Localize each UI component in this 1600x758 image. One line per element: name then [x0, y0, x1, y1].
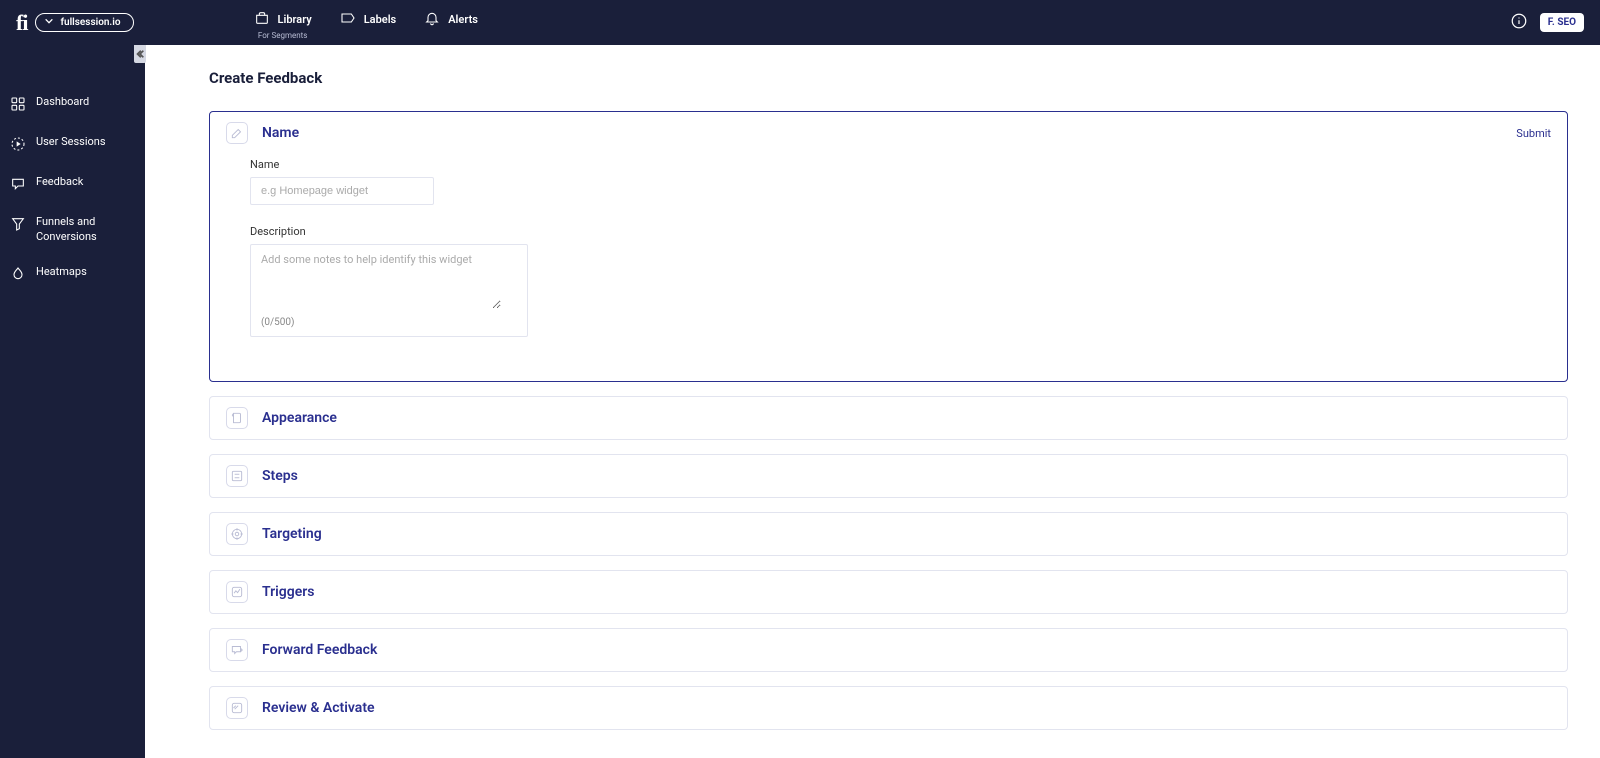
section-triggers-title: Triggers — [262, 584, 315, 600]
section-review-header[interactable]: Review & Activate — [210, 687, 1567, 729]
description-box: (0/500) — [250, 244, 528, 337]
check-circle-icon — [226, 697, 248, 719]
topnav-library[interactable]: Library For Segments — [254, 6, 312, 40]
chevron-down-icon — [44, 16, 54, 29]
heatmap-icon — [10, 265, 26, 285]
bell-icon — [424, 10, 440, 30]
section-targeting: Targeting — [209, 512, 1568, 556]
activity-icon — [226, 581, 248, 603]
sidebar-item-label: Feedback — [36, 175, 83, 190]
section-steps-header[interactable]: Steps — [210, 455, 1567, 497]
sidebar-collapse-handle[interactable] — [134, 45, 146, 63]
topnav-alerts[interactable]: Alerts — [424, 6, 478, 30]
sidebar-item-label: Funnels and Conversions — [36, 215, 135, 245]
section-appearance-title: Appearance — [262, 410, 337, 426]
section-name: Name Submit Name Description (0/500) — [209, 111, 1568, 382]
section-review-title: Review & Activate — [262, 700, 375, 716]
sidebar-item-label: User Sessions — [36, 135, 106, 150]
section-triggers: Triggers — [209, 570, 1568, 614]
forward-icon — [226, 639, 248, 661]
topnav-library-label: Library — [278, 13, 312, 26]
section-name-body: Name Description (0/500) — [210, 154, 1567, 381]
sidebar-item-heatmaps[interactable]: Heatmaps — [0, 255, 145, 295]
sidebar-item-user-sessions[interactable]: User Sessions — [0, 125, 145, 165]
section-targeting-header[interactable]: Targeting — [210, 513, 1567, 555]
description-field-label: Description — [250, 225, 1527, 238]
target-icon — [226, 523, 248, 545]
name-input[interactable] — [250, 177, 434, 205]
sidebar-item-dashboard[interactable]: Dashboard — [0, 85, 145, 125]
topbar-right: F. SEO — [1510, 12, 1584, 34]
edit-icon — [226, 122, 248, 144]
main-content: Create Feedback Name Submit Name Descrip… — [145, 45, 1600, 758]
sidebar-item-funnels[interactable]: Funnels and Conversions — [0, 205, 145, 255]
topnav-library-sublabel: For Segments — [258, 31, 308, 40]
name-field-label: Name — [250, 158, 1527, 171]
sidebar-item-label: Heatmaps — [36, 265, 87, 280]
section-appearance-header[interactable]: Appearance — [210, 397, 1567, 439]
library-icon — [254, 10, 270, 30]
topnav: Library For Segments Labels Alerts — [254, 6, 478, 40]
steps-icon — [226, 465, 248, 487]
logo: fi — [16, 10, 27, 36]
labels-icon — [340, 10, 356, 30]
section-steps-title: Steps — [262, 468, 298, 484]
section-name-title: Name — [262, 125, 299, 141]
description-counter: (0/500) — [261, 317, 517, 328]
palette-icon — [226, 407, 248, 429]
page-title: Create Feedback — [209, 69, 1568, 87]
section-steps: Steps — [209, 454, 1568, 498]
section-forward-header[interactable]: Forward Feedback — [210, 629, 1567, 671]
description-textarea[interactable] — [261, 253, 501, 309]
sidebar-item-feedback[interactable]: Feedback — [0, 165, 145, 205]
play-circle-icon — [10, 135, 26, 155]
sidebar-item-label: Dashboard — [36, 95, 89, 110]
submit-button[interactable]: Submit — [1516, 127, 1551, 140]
section-appearance: Appearance — [209, 396, 1568, 440]
section-review: Review & Activate — [209, 686, 1568, 730]
chat-icon — [10, 175, 26, 195]
topnav-labels-label: Labels — [364, 13, 396, 26]
info-icon[interactable] — [1510, 12, 1528, 34]
topbar: fi fullsession.io Library For Segments L… — [0, 0, 1600, 45]
topnav-labels[interactable]: Labels — [340, 6, 396, 30]
workspace-switcher[interactable]: fullsession.io — [35, 13, 133, 32]
workspace-name: fullsession.io — [60, 17, 120, 28]
section-forward-title: Forward Feedback — [262, 642, 377, 658]
funnel-icon — [10, 215, 26, 235]
sidebar: Dashboard User Sessions Feedback Funnels… — [0, 45, 145, 758]
dashboard-icon — [10, 95, 26, 115]
topnav-alerts-label: Alerts — [448, 13, 478, 26]
section-triggers-header[interactable]: Triggers — [210, 571, 1567, 613]
section-targeting-title: Targeting — [262, 526, 322, 542]
user-badge[interactable]: F. SEO — [1540, 13, 1584, 32]
section-forward: Forward Feedback — [209, 628, 1568, 672]
section-name-header[interactable]: Name Submit — [210, 112, 1567, 154]
